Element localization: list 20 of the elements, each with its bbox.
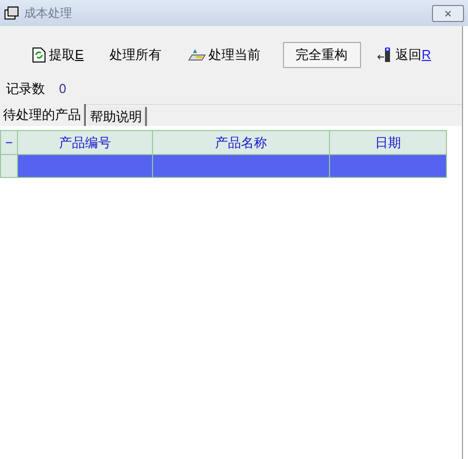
toolbar-button[interactable]: 完全重构 bbox=[282, 42, 361, 68]
door-person-icon bbox=[376, 47, 393, 63]
toolbar-button[interactable]: 处理当前 bbox=[184, 42, 265, 68]
column-header[interactable]: 产品名称 bbox=[153, 131, 330, 154]
close-button[interactable]: × bbox=[432, 4, 464, 22]
document-refresh-icon bbox=[32, 47, 46, 63]
window-title: 成本处理 bbox=[24, 5, 73, 22]
tab[interactable]: 帮助说明 bbox=[86, 107, 147, 126]
tray-icon bbox=[188, 48, 206, 62]
row-header[interactable] bbox=[1, 155, 18, 177]
toolbar-button[interactable]: 处理所有 bbox=[106, 42, 166, 68]
record-count-value: 0 bbox=[59, 80, 66, 98]
record-count-label: 记录数 bbox=[6, 80, 45, 98]
tab[interactable]: 待处理的产品 bbox=[0, 104, 86, 126]
toolbar-button[interactable]: 提取E bbox=[28, 42, 88, 68]
column-header[interactable]: 日期 bbox=[330, 131, 446, 154]
column-header[interactable]: 产品编号 bbox=[18, 131, 153, 154]
window-icon bbox=[4, 6, 20, 20]
toolbar-button[interactable]: 返回R bbox=[372, 42, 436, 68]
corner-header[interactable]: − bbox=[1, 131, 18, 154]
